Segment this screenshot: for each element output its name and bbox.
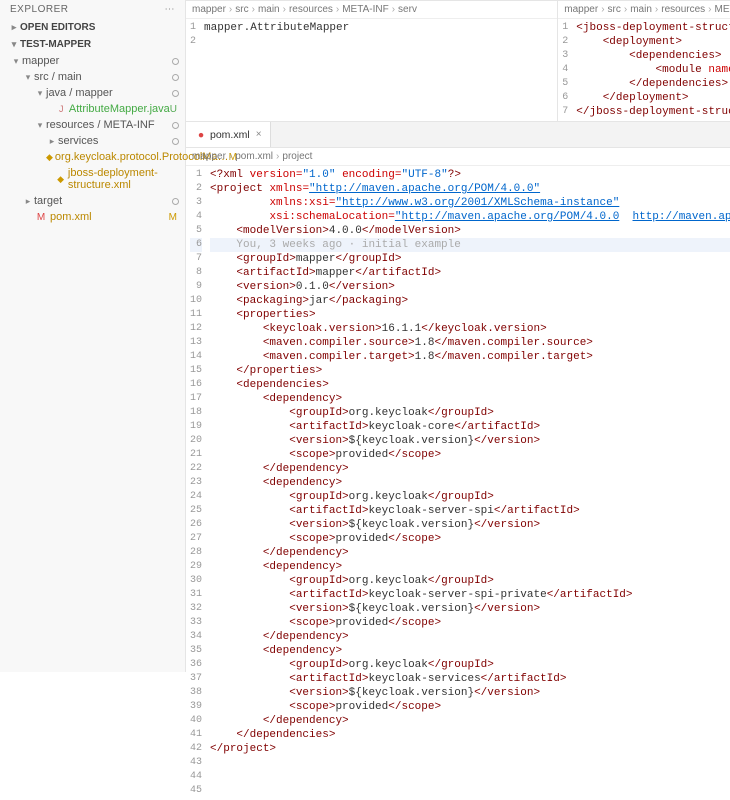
crumb-segment[interactable]: main <box>258 4 280 15</box>
explorer-title: EXPLORER <box>10 4 68 15</box>
crumb-segment[interactable]: resources <box>661 4 705 15</box>
tree-item[interactable]: ◆jboss-deployment-structure.xml <box>0 165 185 193</box>
tree-item[interactable]: ▾mapper <box>0 53 185 69</box>
open-editors-label: OPEN EDITORS <box>20 22 95 33</box>
crumb-segment[interactable]: src <box>608 4 621 15</box>
tree-item[interactable]: ▾java / mapper <box>0 85 185 101</box>
breadcrumb[interactable]: mapper›src›main›resources›META-INF›jboss… <box>558 1 730 19</box>
crumb-segment[interactable]: project <box>282 151 312 162</box>
explorer-header: EXPLORER ⋯ <box>0 0 185 19</box>
tree-item[interactable]: JAttributeMapper.javaU <box>0 101 185 117</box>
tree-item[interactable]: ◆org.keycloak.protocol.ProtocolMa…M <box>0 149 185 165</box>
bottom-tab-row: ● pom.xml × <box>186 122 730 148</box>
chevron-down-icon: ▾ <box>8 39 20 50</box>
crumb-segment[interactable]: main <box>630 4 652 15</box>
tab-label: pom.xml <box>210 129 250 141</box>
tree-item[interactable]: ▾src / main <box>0 69 185 85</box>
crumb-segment[interactable]: META-INF <box>715 4 730 15</box>
tree-item[interactable]: ▾resources / META-INF <box>0 117 185 133</box>
close-icon[interactable]: × <box>256 129 262 140</box>
crumb-segment[interactable]: src <box>235 4 248 15</box>
code-lines[interactable]: <?xml version="1.0" encoding="UTF-8"?><p… <box>210 166 730 800</box>
chevron-right-icon: ▸ <box>8 22 20 33</box>
explorer-sidebar: EXPLORER ⋯ ▸ OPEN EDITORS ▾ TEST-MAPPER … <box>0 0 186 672</box>
crumb-segment[interactable]: mapper <box>192 151 226 162</box>
top-left-pane: mapper›src›main›resources›META-INF›serv … <box>186 1 558 121</box>
more-actions-icon[interactable]: ⋯ <box>165 4 176 15</box>
workspace-section[interactable]: ▾ TEST-MAPPER <box>0 36 185 53</box>
code-editor[interactable]: 1234567891011121314151617181920212223242… <box>186 166 730 800</box>
file-tree: ▾mapper▾src / main▾java / mapperJAttribu… <box>0 53 185 225</box>
tree-item[interactable]: ▸target <box>0 193 185 209</box>
open-editors-section[interactable]: ▸ OPEN EDITORS <box>0 19 185 36</box>
crumb-segment[interactable]: mapper <box>192 4 226 15</box>
code-editor[interactable]: 1234567 <jboss-deployment-structure> <de… <box>558 19 730 121</box>
tree-item[interactable]: Mpom.xmlM <box>0 209 185 225</box>
workspace-label: TEST-MAPPER <box>20 39 91 50</box>
crumb-segment[interactable]: pom.xml <box>235 151 273 162</box>
crumb-segment[interactable]: mapper <box>564 4 598 15</box>
bottom-pane: ● pom.xml × mapper›pom.xml›project 123456… <box>186 121 730 800</box>
breadcrumb[interactable]: mapper›src›main›resources›META-INF›serv <box>186 1 557 19</box>
crumb-segment[interactable]: META-INF <box>342 4 388 15</box>
editor-area: ● org.keycloak.protocol.ProtocolMapper M… <box>186 0 730 672</box>
breadcrumb[interactable]: mapper›pom.xml›project <box>186 148 730 166</box>
top-split: mapper›src›main›resources›META-INF›serv … <box>186 1 730 121</box>
gutter: 1234567891011121314151617181920212223242… <box>186 166 210 800</box>
gutter: 12 <box>186 19 204 121</box>
code-lines[interactable]: mapper.AttributeMapper <box>204 19 349 121</box>
editor-tab[interactable]: ● pom.xml × <box>186 122 271 148</box>
crumb-segment[interactable]: serv <box>398 4 417 15</box>
top-right-pane: mapper›src›main›resources›META-INF›jboss… <box>558 1 730 121</box>
code-editor[interactable]: 12 mapper.AttributeMapper <box>186 19 557 121</box>
crumb-segment[interactable]: resources <box>289 4 333 15</box>
tree-item[interactable]: ▸services <box>0 133 185 149</box>
file-icon: ● <box>194 129 208 141</box>
code-lines[interactable]: <jboss-deployment-structure> <deployment… <box>576 19 730 121</box>
gutter: 1234567 <box>558 19 576 121</box>
